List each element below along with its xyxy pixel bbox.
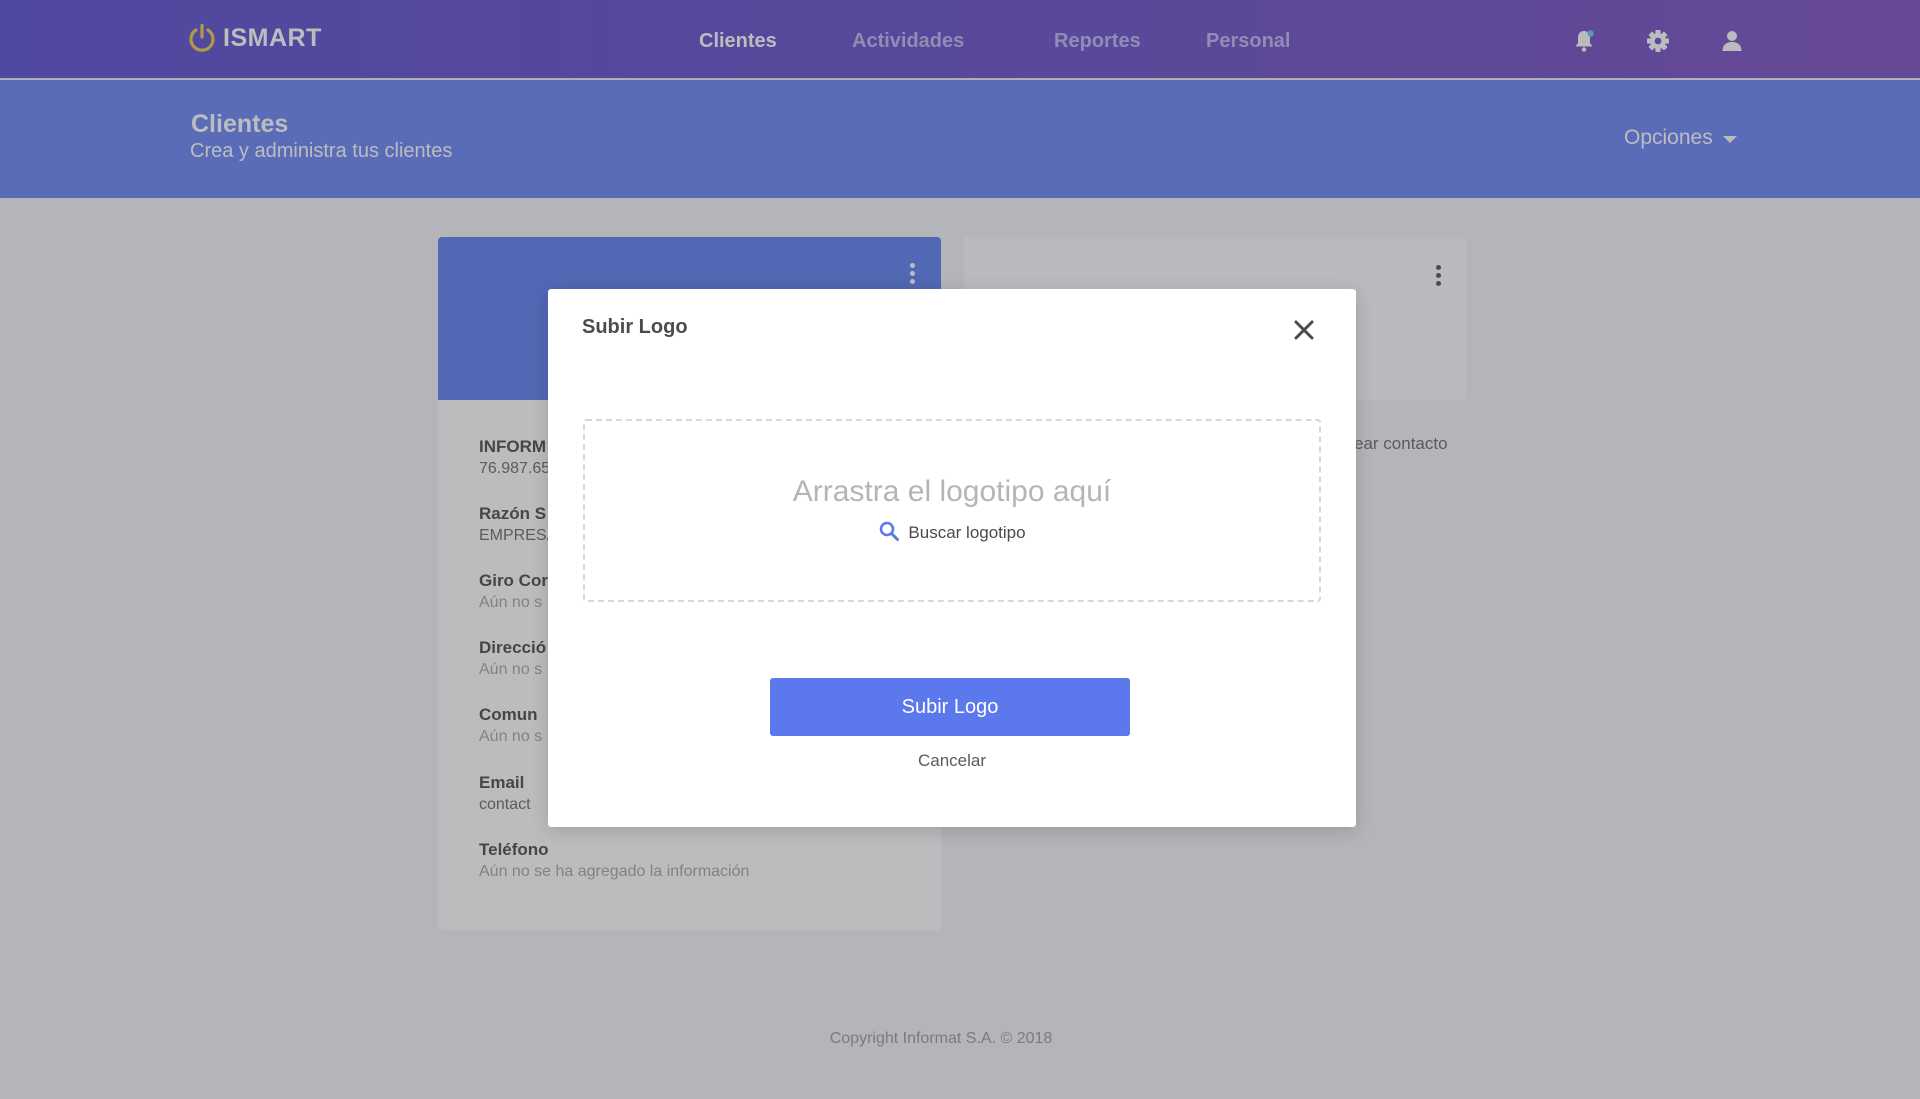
browse-label: Buscar logotipo bbox=[908, 523, 1026, 542]
search-icon bbox=[878, 520, 900, 546]
logo-dropzone[interactable]: Arrastra el logotipo aquí Buscar logotip… bbox=[583, 419, 1321, 602]
upload-logo-button[interactable]: Subir Logo bbox=[770, 678, 1130, 736]
browse-logo-link[interactable]: Buscar logotipo bbox=[585, 520, 1319, 546]
cancel-button[interactable]: Cancelar bbox=[548, 751, 1356, 771]
modal-title: Subir Logo bbox=[582, 316, 688, 338]
close-icon[interactable] bbox=[1290, 316, 1318, 344]
dropzone-text: Arrastra el logotipo aquí bbox=[792, 475, 1112, 508]
upload-logo-modal: Subir Logo Arrastra el logotipo aquí Bus… bbox=[548, 289, 1356, 827]
